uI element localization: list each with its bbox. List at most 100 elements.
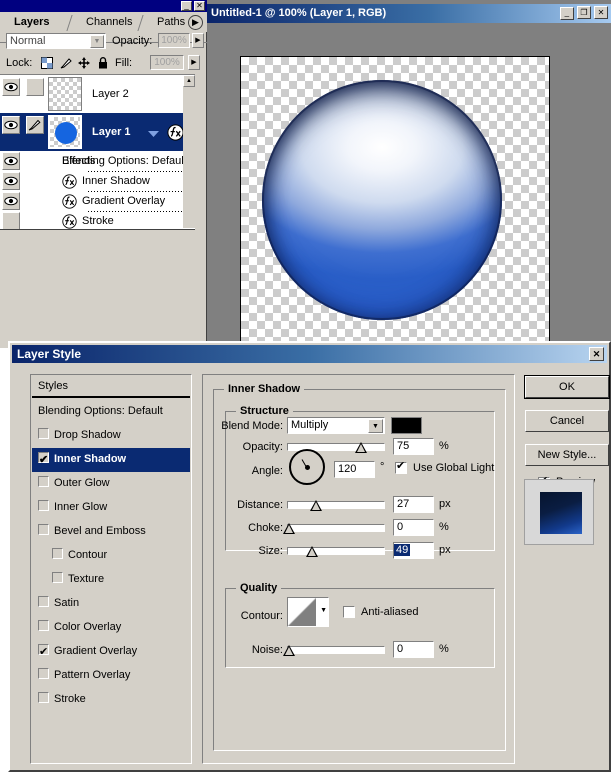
- opacity-input[interactable]: 75: [393, 438, 434, 455]
- triangle-up-icon[interactable]: ▲: [183, 75, 195, 87]
- dialog-titlebar[interactable]: Layer Style ✕: [12, 345, 607, 363]
- noise-slider[interactable]: [283, 645, 385, 656]
- chevron-down-icon[interactable]: ▼: [320, 607, 327, 614]
- opacity-stepper-icon[interactable]: ▶: [192, 33, 204, 48]
- style-item-drop-shadow[interactable]: Drop Shadow: [32, 424, 190, 448]
- style-item-color-overlay[interactable]: Color Overlay: [32, 616, 190, 640]
- style-checkbox[interactable]: [38, 596, 49, 607]
- style-item-blending-options[interactable]: Blending Options: Default: [32, 400, 190, 424]
- layer-thumbnail[interactable]: [48, 77, 82, 111]
- style-item-outer-glow[interactable]: Outer Glow: [32, 472, 190, 496]
- lock-all-icon[interactable]: [96, 56, 110, 70]
- new-style-button[interactable]: New Style...: [525, 444, 609, 466]
- shadow-color-swatch[interactable]: [391, 417, 422, 434]
- anti-aliased-checkbox[interactable]: [343, 606, 355, 618]
- effect-divider: [88, 191, 188, 192]
- style-item-stroke[interactable]: Stroke: [32, 688, 190, 712]
- brush-lock-icon[interactable]: [59, 56, 73, 70]
- blend-mode-select[interactable]: Multiply ▼: [287, 417, 385, 434]
- style-item-texture[interactable]: Texture: [32, 568, 190, 592]
- fill-value[interactable]: 100%: [150, 55, 184, 70]
- style-item-inner-glow[interactable]: Inner Glow: [32, 496, 190, 520]
- tab-layers[interactable]: Layers: [4, 14, 59, 32]
- brush-icon[interactable]: [26, 116, 44, 134]
- eye-icon[interactable]: [2, 152, 20, 170]
- eye-placeholder[interactable]: [2, 212, 20, 230]
- tab-channels[interactable]: Channels: [76, 14, 142, 32]
- eye-icon[interactable]: [2, 172, 20, 190]
- opacity-slider-thumb[interactable]: [355, 442, 367, 453]
- choke-input[interactable]: 0: [393, 519, 434, 536]
- style-checkbox[interactable]: [38, 620, 49, 631]
- layers-scrollbar[interactable]: ▲: [183, 75, 195, 228]
- style-checkbox[interactable]: [38, 668, 49, 679]
- size-slider[interactable]: [287, 546, 385, 557]
- angle-input[interactable]: 120: [334, 461, 375, 478]
- choke-slider[interactable]: [283, 523, 385, 534]
- ok-button[interactable]: OK: [525, 376, 609, 398]
- triangle-down-icon[interactable]: [148, 129, 159, 141]
- style-item-gradient-overlay[interactable]: Gradient Overlay: [32, 640, 190, 664]
- layers-minimize-button[interactable]: _: [181, 1, 192, 11]
- effects-header-row[interactable]: Blending Options: Default Effects: [0, 151, 195, 171]
- style-label: Texture: [68, 573, 105, 585]
- noise-input[interactable]: 0: [393, 641, 434, 658]
- size-input[interactable]: 49: [393, 542, 434, 559]
- style-item-satin[interactable]: Satin: [32, 592, 190, 616]
- style-checkbox[interactable]: [38, 524, 49, 535]
- opacity-value[interactable]: 100%: [158, 33, 190, 48]
- close-icon[interactable]: ✕: [589, 347, 604, 361]
- transparency-lock-icon[interactable]: [40, 56, 54, 70]
- effect-row-gradient-overlay[interactable]: Gradient Overlay: [0, 191, 195, 211]
- style-item-contour[interactable]: Contour: [32, 544, 190, 568]
- use-global-light-checkbox[interactable]: [395, 459, 407, 474]
- style-checkbox[interactable]: [52, 572, 63, 583]
- angle-hub: [305, 465, 310, 470]
- style-checkbox[interactable]: [52, 548, 63, 559]
- eye-icon[interactable]: [2, 116, 20, 134]
- style-checkbox[interactable]: [38, 449, 49, 472]
- effect-row-stroke[interactable]: Stroke: [0, 211, 195, 231]
- choke-slider-thumb[interactable]: [283, 523, 295, 534]
- layer-thumbnail[interactable]: [47, 114, 83, 150]
- blend-mode-select[interactable]: Normal ▼: [6, 33, 106, 49]
- fill-stepper-icon[interactable]: ▶: [188, 55, 200, 70]
- minimize-icon[interactable]: _: [559, 7, 574, 20]
- style-checkbox[interactable]: [38, 641, 49, 664]
- style-checkbox[interactable]: [38, 692, 49, 703]
- choke-unit: %: [439, 521, 449, 533]
- distance-slider-thumb[interactable]: [310, 500, 322, 511]
- link-cell[interactable]: [26, 78, 44, 96]
- eye-icon[interactable]: [2, 192, 20, 210]
- layer-row-layer2[interactable]: Layer 2: [0, 75, 195, 113]
- style-label: Satin: [54, 597, 80, 609]
- style-item-bevel-and-emboss[interactable]: Bevel and Emboss: [32, 520, 190, 544]
- canvas[interactable]: [240, 56, 550, 346]
- structure-group-title: Structure: [236, 405, 293, 417]
- eye-icon[interactable]: [2, 78, 20, 96]
- noise-slider-thumb[interactable]: [283, 645, 295, 656]
- style-item-pattern-overlay[interactable]: Pattern Overlay: [32, 664, 190, 688]
- style-checkbox[interactable]: [38, 500, 49, 511]
- style-checkbox[interactable]: [38, 476, 49, 487]
- size-slider-thumb[interactable]: [306, 546, 318, 557]
- move-lock-icon[interactable]: [77, 56, 91, 70]
- contour-select[interactable]: ▼: [287, 597, 329, 627]
- layer-row-layer1[interactable]: Layer 1: [0, 113, 195, 151]
- style-item-inner-shadow[interactable]: Inner Shadow: [32, 448, 190, 472]
- panel-menu-icon[interactable]: ▶: [188, 15, 203, 30]
- cancel-button[interactable]: Cancel: [525, 410, 609, 432]
- effect-row-inner-shadow[interactable]: Inner Shadow: [0, 171, 195, 191]
- layers-close-button[interactable]: ✕: [194, 1, 205, 11]
- distance-input[interactable]: 27: [393, 496, 434, 513]
- close-icon[interactable]: ✕: [594, 6, 608, 19]
- distance-slider[interactable]: [287, 500, 385, 511]
- style-checkbox[interactable]: [38, 428, 49, 439]
- document-titlebar[interactable]: Untitled-1 @ 100% (Layer 1, RGB) _ ❐ ✕: [207, 4, 611, 23]
- maximize-icon[interactable]: ❐: [576, 6, 591, 19]
- chevron-down-icon[interactable]: ▼: [90, 35, 104, 48]
- layers-panel-titlebar: _ ✕: [0, 0, 207, 12]
- angle-dial[interactable]: [289, 449, 325, 485]
- fx-icon[interactable]: [167, 124, 184, 144]
- chevron-down-icon[interactable]: ▼: [368, 419, 383, 433]
